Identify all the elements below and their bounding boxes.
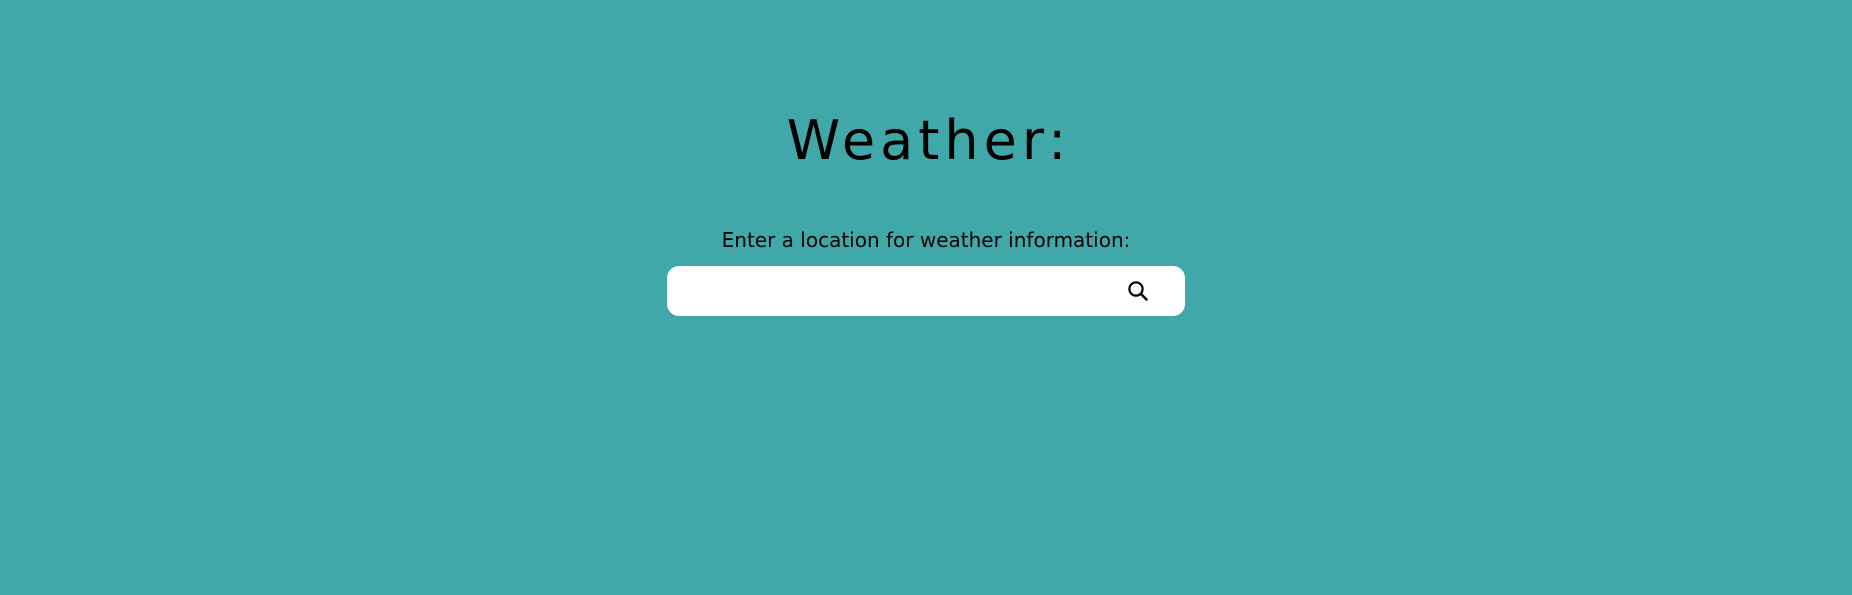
weather-page: Weather: Enter a location for weather in… xyxy=(0,0,1852,595)
page-title: Weather: xyxy=(786,109,1072,172)
search-icon xyxy=(1127,280,1149,302)
search-button[interactable] xyxy=(1115,268,1161,314)
search-prompt: Enter a location for weather information… xyxy=(721,228,1131,252)
search-bar xyxy=(667,266,1185,316)
location-search-input[interactable] xyxy=(667,266,1115,316)
